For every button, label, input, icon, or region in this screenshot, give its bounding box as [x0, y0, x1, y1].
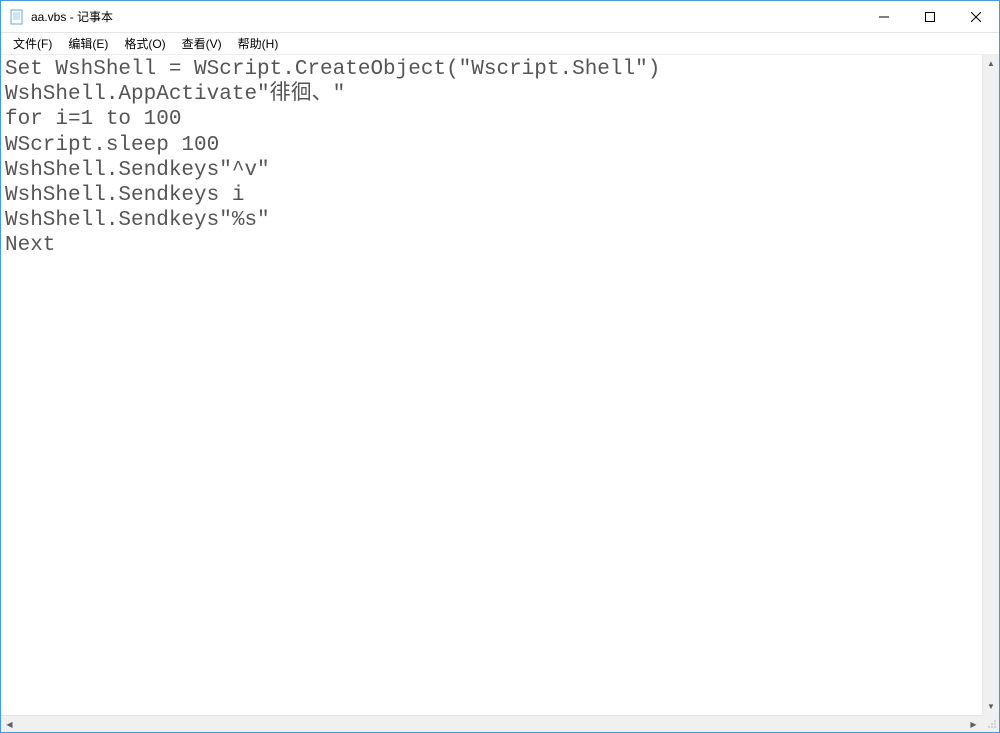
content-area: Set WshShell = WScript.CreateObject("Wsc…	[1, 55, 999, 732]
scroll-left-arrow-icon[interactable]: ◀	[1, 716, 18, 732]
menu-format[interactable]: 格式(O)	[116, 33, 173, 54]
menu-edit[interactable]: 编辑(E)	[60, 33, 116, 54]
minimize-button[interactable]	[861, 1, 907, 32]
titlebar: aa.vbs - 记事本	[1, 1, 999, 33]
text-editor[interactable]: Set WshShell = WScript.CreateObject("Wsc…	[1, 55, 981, 714]
close-button[interactable]	[953, 1, 999, 32]
resize-grip-icon[interactable]	[985, 718, 997, 730]
notepad-icon	[9, 9, 25, 25]
scroll-down-arrow-icon[interactable]: ▼	[983, 698, 999, 715]
scrollbar-corner	[982, 715, 999, 732]
menu-file[interactable]: 文件(F)	[5, 33, 60, 54]
maximize-button[interactable]	[907, 1, 953, 32]
menubar: 文件(F) 编辑(E) 格式(O) 查看(V) 帮助(H)	[1, 33, 999, 55]
menu-view[interactable]: 查看(V)	[174, 33, 230, 54]
horizontal-scrollbar[interactable]: ◀ ▶	[1, 715, 982, 732]
scroll-up-arrow-icon[interactable]: ▲	[983, 55, 999, 72]
scroll-right-arrow-icon[interactable]: ▶	[965, 716, 982, 732]
vertical-scrollbar[interactable]: ▲ ▼	[982, 55, 999, 715]
window-controls	[861, 1, 999, 32]
notepad-window: aa.vbs - 记事本 文件(F) 编辑(E) 格式(O) 查看(V) 帮助(…	[0, 0, 1000, 733]
window-title: aa.vbs - 记事本	[31, 8, 861, 25]
menu-help[interactable]: 帮助(H)	[230, 33, 287, 54]
